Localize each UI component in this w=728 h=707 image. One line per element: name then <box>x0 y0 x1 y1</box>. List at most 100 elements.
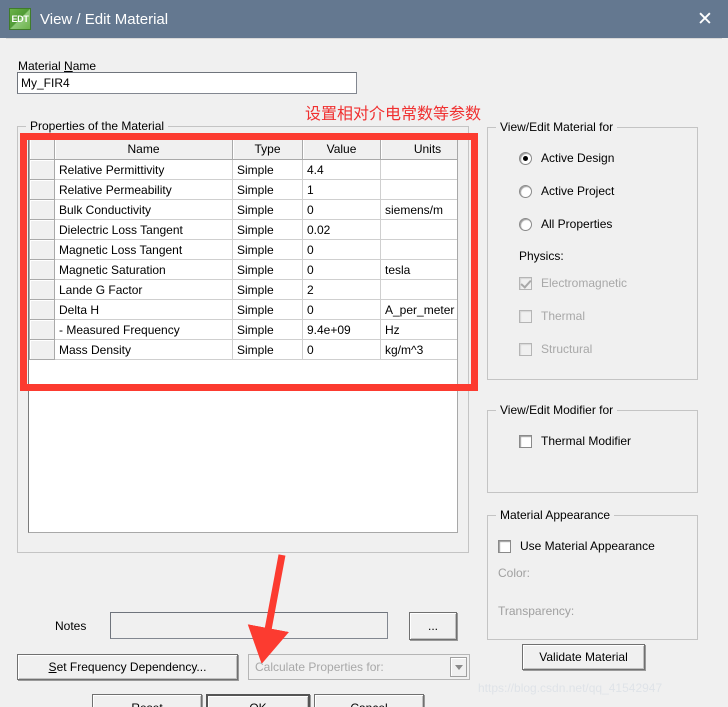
row-select-cell[interactable] <box>29 299 55 320</box>
table-row[interactable]: Mass Density Simple 0 kg/m^3 <box>29 339 457 360</box>
cell-units[interactable] <box>380 239 457 260</box>
row-select-cell[interactable] <box>29 239 55 260</box>
cell-type[interactable]: Simple <box>232 159 303 180</box>
validate-material-button[interactable]: Validate Material <box>522 644 645 670</box>
radio-dot-icon <box>519 151 532 165</box>
checkbox-thermal-modifier[interactable]: Thermal Modifier <box>519 434 631 448</box>
checkmark-icon <box>519 276 532 290</box>
cell-value[interactable]: 0.02 <box>302 219 381 240</box>
checkbox-electromagnetic[interactable]: Electromagnetic <box>519 276 627 290</box>
row-select-cell[interactable] <box>29 319 55 340</box>
cell-name[interactable]: Lande G Factor <box>54 279 233 300</box>
row-select-cell[interactable] <box>29 259 55 280</box>
cell-type[interactable]: Simple <box>232 259 303 280</box>
table-row[interactable]: Bulk Conductivity Simple 0 siemens/m <box>29 199 457 220</box>
radio-all-properties[interactable]: All Properties <box>519 217 612 231</box>
cell-units[interactable]: siemens/m <box>380 199 457 220</box>
row-select-cell[interactable] <box>29 179 55 200</box>
cell-type[interactable]: Simple <box>232 299 303 320</box>
table-row[interactable]: Magnetic Loss Tangent Simple 0 <box>29 239 457 260</box>
cell-value[interactable]: 2 <box>302 279 381 300</box>
cell-name[interactable]: Magnetic Saturation <box>54 259 233 280</box>
reset-button[interactable]: Reset <box>92 694 202 707</box>
column-header-value[interactable]: Value <box>302 138 381 160</box>
table-row[interactable]: Relative Permeability Simple 1 <box>29 179 457 200</box>
cell-value[interactable]: 0 <box>302 199 381 220</box>
checkbox-use-material-appearance[interactable]: Use Material Appearance <box>498 539 655 553</box>
cell-units[interactable] <box>380 159 457 180</box>
cell-name[interactable]: Dielectric Loss Tangent <box>54 219 233 240</box>
cell-name[interactable]: Delta H <box>54 299 233 320</box>
notes-browse-button[interactable]: ... <box>409 612 457 640</box>
checkbox-structural[interactable]: Structural <box>519 342 592 356</box>
radio-dot-icon <box>519 217 532 231</box>
dialog-window: EDT View / Edit Material ✕ Material Name… <box>0 0 728 707</box>
table-row[interactable]: Dielectric Loss Tangent Simple 0.02 <box>29 219 457 240</box>
cell-name[interactable]: Relative Permittivity <box>54 159 233 180</box>
cell-name[interactable]: Relative Permeability <box>54 179 233 200</box>
notes-label: Notes <box>55 619 87 633</box>
chevron-down-icon[interactable] <box>450 657 467 677</box>
column-header-type[interactable]: Type <box>232 138 303 160</box>
cell-units[interactable]: kg/m^3 <box>380 339 457 360</box>
cell-value[interactable]: 1 <box>302 179 381 200</box>
table-row[interactable]: Magnetic Saturation Simple 0 tesla <box>29 259 457 280</box>
cell-name[interactable]: Mass Density <box>54 339 233 360</box>
table-header-row: Name Type Value Units <box>29 138 457 160</box>
cell-units[interactable] <box>380 179 457 200</box>
cell-name[interactable]: Magnetic Loss Tangent <box>54 239 233 260</box>
cell-type[interactable]: Simple <box>232 319 303 340</box>
cell-type[interactable]: Simple <box>232 179 303 200</box>
cancel-button[interactable]: Cancel <box>314 694 424 707</box>
cell-value[interactable]: 0 <box>302 239 381 260</box>
window-title: View / Edit Material <box>40 10 169 28</box>
material-name-input[interactable]: My_FIR4 <box>17 72 357 94</box>
column-header-name[interactable]: Name <box>54 138 233 160</box>
cell-units[interactable] <box>380 219 457 240</box>
table-row[interactable]: Delta H Simple 0 A_per_meter <box>29 299 457 320</box>
notes-input[interactable] <box>110 612 388 639</box>
cell-name[interactable]: Bulk Conductivity <box>54 199 233 220</box>
close-icon[interactable]: ✕ <box>682 0 728 38</box>
cell-value[interactable]: 0 <box>302 299 381 320</box>
row-select-cell[interactable] <box>29 219 55 240</box>
edt-app-icon: EDT <box>9 8 31 30</box>
cell-units[interactable] <box>380 279 457 300</box>
column-header-select[interactable] <box>29 138 55 160</box>
cell-type[interactable]: Simple <box>232 279 303 300</box>
title-bar: EDT View / Edit Material ✕ <box>0 0 728 38</box>
column-header-units[interactable]: Units <box>380 138 457 160</box>
properties-table-body: Relative Permittivity Simple 4.4 Relative P… <box>29 159 457 360</box>
cell-units[interactable]: tesla <box>380 259 457 280</box>
cell-units[interactable]: Hz <box>380 319 457 340</box>
row-select-cell[interactable] <box>29 159 55 180</box>
calculate-properties-for-combo[interactable]: Calculate Properties for: <box>248 654 470 680</box>
view-edit-modifier-for-title: View/Edit Modifier for <box>496 403 618 417</box>
color-label: Color: <box>498 566 531 580</box>
cell-type[interactable]: Simple <box>232 339 303 360</box>
radio-active-project[interactable]: Active Project <box>519 184 614 198</box>
cell-value[interactable]: 0 <box>302 259 381 280</box>
cell-value[interactable]: 0 <box>302 339 381 360</box>
set-frequency-dependency-button[interactable]: Set Frequency Dependency... <box>17 654 238 680</box>
table-row[interactable]: Lande G Factor Simple 2 <box>29 279 457 300</box>
checkbox-thermal[interactable]: Thermal <box>519 309 585 323</box>
cell-type[interactable]: Simple <box>232 239 303 260</box>
table-row[interactable]: Relative Permittivity Simple 4.4 <box>29 159 457 180</box>
checkbox-icon <box>519 434 532 448</box>
row-select-cell[interactable] <box>29 279 55 300</box>
radio-active-design[interactable]: Active Design <box>519 151 614 165</box>
cell-type[interactable]: Simple <box>232 219 303 240</box>
checkbox-structural-label: Structural <box>541 342 593 356</box>
properties-table[interactable]: Name Type Value Units Relative Permittiv… <box>28 137 458 533</box>
row-select-cell[interactable] <box>29 339 55 360</box>
physics-label: Physics: <box>519 249 564 263</box>
ok-button[interactable]: OK <box>206 694 310 707</box>
cell-value[interactable]: 4.4 <box>302 159 381 180</box>
cell-value[interactable]: 9.4e+09 <box>302 319 381 340</box>
cell-type[interactable]: Simple <box>232 199 303 220</box>
cell-units[interactable]: A_per_meter <box>380 299 457 320</box>
row-select-cell[interactable] <box>29 199 55 220</box>
cell-name[interactable]: - Measured Frequency <box>54 319 233 340</box>
table-row[interactable]: - Measured Frequency Simple 9.4e+09 Hz <box>29 319 457 340</box>
